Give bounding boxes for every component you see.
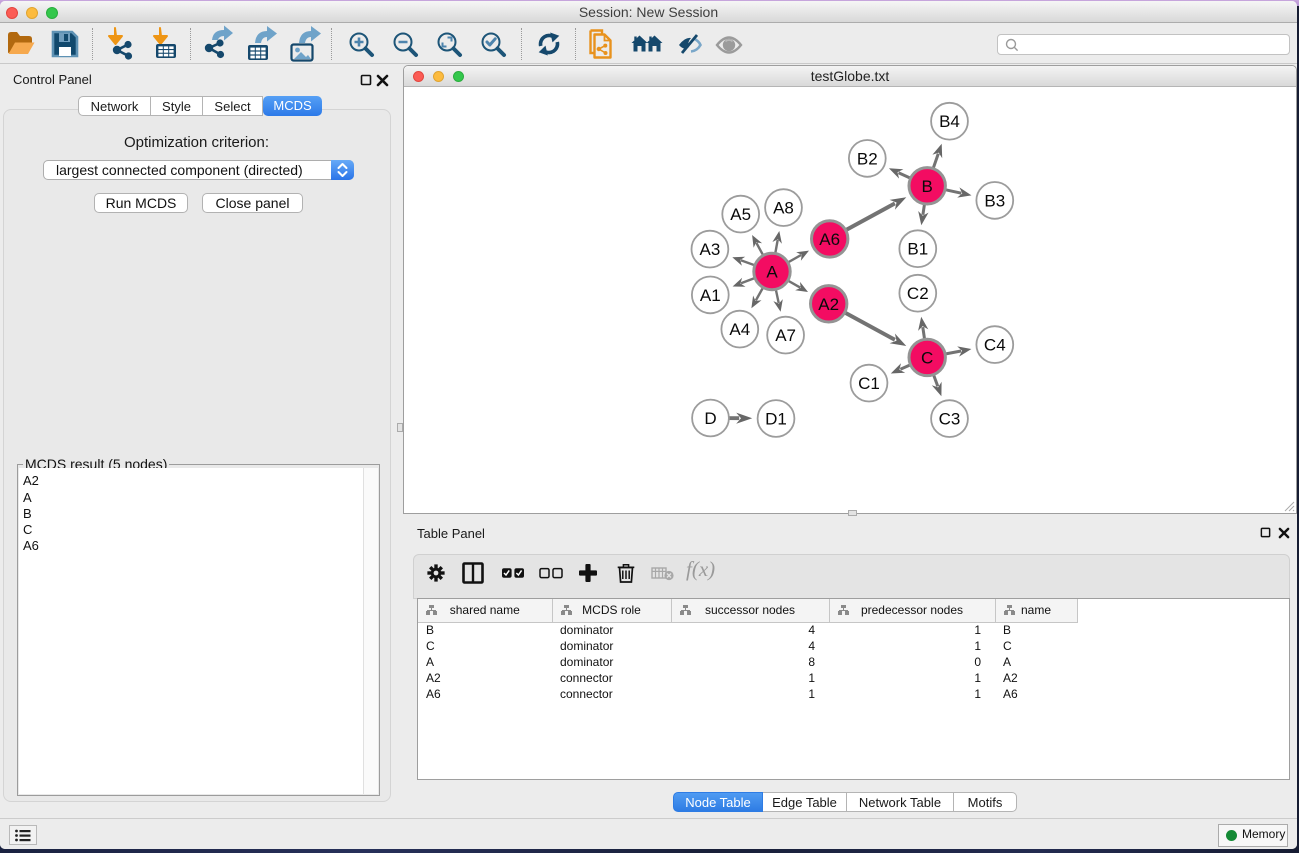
svg-text:A7: A7 (775, 326, 796, 345)
svg-text:A3: A3 (700, 240, 721, 259)
svg-text:A4: A4 (729, 320, 750, 339)
svg-text:C: C (921, 348, 933, 367)
svg-text:C2: C2 (907, 284, 929, 303)
svg-text:B1: B1 (907, 240, 928, 259)
svg-text:B4: B4 (939, 112, 960, 131)
svg-text:C1: C1 (858, 374, 880, 393)
svg-text:B: B (922, 177, 933, 196)
svg-text:A1: A1 (700, 286, 721, 305)
svg-text:B3: B3 (984, 191, 1005, 210)
svg-text:B2: B2 (857, 149, 878, 168)
svg-text:A: A (766, 263, 778, 282)
svg-text:D1: D1 (765, 410, 787, 429)
svg-text:A8: A8 (773, 199, 794, 218)
svg-text:C3: C3 (939, 410, 961, 429)
svg-text:A5: A5 (730, 205, 751, 224)
svg-text:A6: A6 (819, 230, 840, 249)
svg-text:D: D (704, 409, 716, 428)
svg-text:A2: A2 (818, 295, 839, 314)
svg-text:C4: C4 (984, 336, 1006, 355)
